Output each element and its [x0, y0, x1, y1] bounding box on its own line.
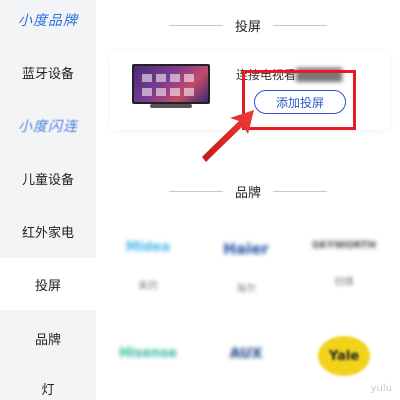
divider	[168, 191, 223, 192]
sidebar-item-label: 品牌	[34, 332, 61, 348]
sidebar-item-label: 蓝牙设备	[21, 66, 74, 82]
category-sidebar: 小度品牌 蓝牙设备 小度闪连 儿童设备 红外家电 投屏 品牌 灯	[0, 0, 96, 400]
brand-item-hisense[interactable]: Hisense	[108, 338, 188, 400]
pointer-arrow-icon	[202, 110, 254, 162]
sidebar-item-infrared[interactable]: 红外家电	[0, 205, 96, 257]
brand-item-haier[interactable]: Haier 海尔	[206, 232, 286, 302]
sidebar-item-xiaodu-brand[interactable]: 小度品牌	[0, 0, 96, 46]
sidebar-item-label: 儿童设备	[21, 172, 74, 188]
watermark: yulu	[370, 383, 392, 394]
brand-item-midea[interactable]: Midea 美的	[108, 232, 188, 302]
brand-item-skyworth[interactable]: SKYWORTH 创维	[304, 232, 384, 302]
section-title: 品牌	[234, 186, 261, 201]
brand-logo: Yale	[318, 336, 370, 376]
divider	[273, 191, 327, 192]
sidebar-item-kids-devices[interactable]: 儿童设备	[0, 152, 96, 204]
sidebar-item-label: 红外家电	[21, 225, 74, 241]
sidebar-item-light[interactable]: 灯	[0, 362, 96, 400]
sidebar-item-label: 投屏	[34, 278, 61, 294]
sidebar-item-label: 小度品牌	[18, 13, 78, 29]
main-content: 投屏 连接电视看█████ 添加投屏 品牌 Midea 美的 Haier 海尔 …	[96, 0, 400, 400]
section-header-brand: 品牌	[96, 182, 400, 201]
sidebar-item-screen-cast[interactable]: 投屏	[0, 258, 96, 310]
brand-item-aux[interactable]: AUX	[206, 338, 286, 400]
sidebar-item-bluetooth[interactable]: 蓝牙设备	[0, 46, 96, 98]
sidebar-item-brand[interactable]: 品牌	[0, 312, 96, 364]
sidebar-item-xiaodu-quicklink[interactable]: 小度闪连	[0, 100, 96, 152]
sidebar-item-label: 小度闪连	[18, 119, 78, 135]
sidebar-item-label: 灯	[41, 382, 55, 398]
